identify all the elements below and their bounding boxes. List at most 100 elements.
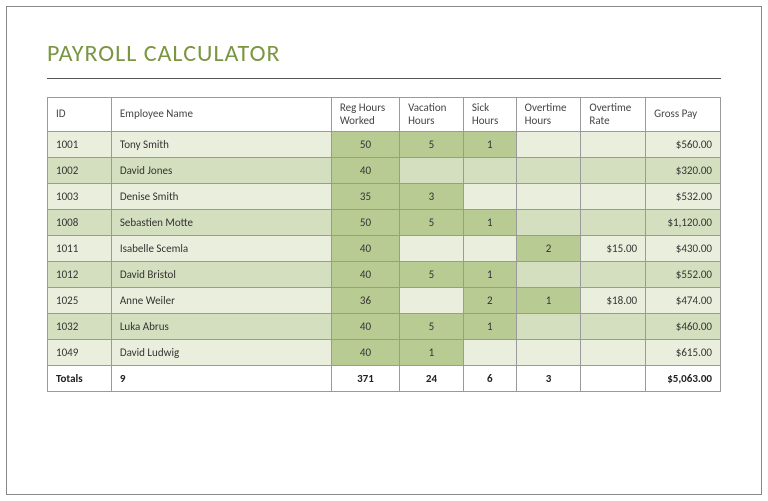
cell-gross: $560.00 <box>646 132 721 158</box>
cell-sick <box>463 236 516 262</box>
cell-name: David Ludwig <box>111 340 331 366</box>
col-sick: Sick Hours <box>463 98 516 132</box>
cell-reg: 36 <box>331 288 399 314</box>
cell-vac: 5 <box>400 262 464 288</box>
cell-sick <box>463 184 516 210</box>
cell-id: 1003 <box>48 184 112 210</box>
cell-name: Sebastien Motte <box>111 210 331 236</box>
cell-reg: 40 <box>331 236 399 262</box>
cell-oth <box>516 184 581 210</box>
table-row: 1001Tony Smith5051 $560.00 <box>48 132 721 158</box>
cell-id: 1008 <box>48 210 112 236</box>
totals-oth: 3 <box>516 366 581 392</box>
cell-gross: $552.00 <box>646 262 721 288</box>
cell-gross: $532.00 <box>646 184 721 210</box>
cell-oth <box>516 314 581 340</box>
cell-id: 1002 <box>48 158 112 184</box>
cell-otr <box>581 184 646 210</box>
col-oth: Overtime Hours <box>516 98 581 132</box>
cell-id: 1032 <box>48 314 112 340</box>
col-reg: Reg Hours Worked <box>331 98 399 132</box>
cell-vac: 1 <box>400 340 464 366</box>
header-row: ID Employee Name Reg Hours Worked Vacati… <box>48 98 721 132</box>
cell-otr <box>581 132 646 158</box>
cell-otr: $18.00 <box>581 288 646 314</box>
cell-gross: $460.00 <box>646 314 721 340</box>
totals-label: Totals <box>48 366 112 392</box>
cell-id: 1001 <box>48 132 112 158</box>
cell-gross: $474.00 <box>646 288 721 314</box>
cell-reg: 40 <box>331 262 399 288</box>
cell-id: 1011 <box>48 236 112 262</box>
cell-reg: 40 <box>331 314 399 340</box>
cell-sick: 1 <box>463 132 516 158</box>
cell-oth <box>516 262 581 288</box>
title-divider <box>47 78 721 79</box>
payroll-table-container: ID Employee Name Reg Hours Worked Vacati… <box>47 97 721 392</box>
cell-reg: 50 <box>331 210 399 236</box>
cell-gross: $430.00 <box>646 236 721 262</box>
cell-id: 1012 <box>48 262 112 288</box>
cell-reg: 40 <box>331 158 399 184</box>
cell-reg: 50 <box>331 132 399 158</box>
cell-sick: 1 <box>463 262 516 288</box>
page-title: PAYROLL CALCULATOR <box>7 7 761 78</box>
totals-sick: 6 <box>463 366 516 392</box>
cell-vac: 3 <box>400 184 464 210</box>
totals-gross: $5,063.00 <box>646 366 721 392</box>
cell-sick: 2 <box>463 288 516 314</box>
totals-reg: 371 <box>331 366 399 392</box>
cell-gross: $615.00 <box>646 340 721 366</box>
cell-gross: $320.00 <box>646 158 721 184</box>
totals-vac: 24 <box>400 366 464 392</box>
cell-otr <box>581 262 646 288</box>
table-row: 1025Anne Weiler36 21$18.00$474.00 <box>48 288 721 314</box>
cell-oth <box>516 132 581 158</box>
cell-sick: 1 <box>463 210 516 236</box>
cell-name: Anne Weiler <box>111 288 331 314</box>
table-row: 1003Denise Smith353 $532.00 <box>48 184 721 210</box>
cell-name: David Bristol <box>111 262 331 288</box>
cell-id: 1025 <box>48 288 112 314</box>
cell-oth <box>516 210 581 236</box>
col-name: Employee Name <box>111 98 331 132</box>
cell-reg: 35 <box>331 184 399 210</box>
col-id: ID <box>48 98 112 132</box>
table-body: 1001Tony Smith5051$560.001002David Jones… <box>48 132 721 366</box>
table-row: 1032Luka Abrus4051 $460.00 <box>48 314 721 340</box>
cell-name: Luka Abrus <box>111 314 331 340</box>
cell-vac: 5 <box>400 210 464 236</box>
cell-name: Denise Smith <box>111 184 331 210</box>
cell-otr: $15.00 <box>581 236 646 262</box>
cell-oth <box>516 340 581 366</box>
cell-vac <box>400 288 464 314</box>
table-row: 1008Sebastien Motte5051$1,120.00 <box>48 210 721 236</box>
cell-reg: 40 <box>331 340 399 366</box>
cell-otr <box>581 314 646 340</box>
cell-sick <box>463 158 516 184</box>
document-frame: PAYROLL CALCULATOR ID Employee Name Reg … <box>6 6 762 495</box>
cell-name: Isabelle Scemla <box>111 236 331 262</box>
cell-otr <box>581 340 646 366</box>
cell-id: 1049 <box>48 340 112 366</box>
cell-sick <box>463 340 516 366</box>
col-gross: Gross Pay <box>646 98 721 132</box>
cell-vac: 5 <box>400 314 464 340</box>
col-vac: Vacation Hours <box>400 98 464 132</box>
cell-oth: 2 <box>516 236 581 262</box>
cell-vac <box>400 236 464 262</box>
col-otr: Overtime Rate <box>581 98 646 132</box>
cell-vac: 5 <box>400 132 464 158</box>
cell-name: Tony Smith <box>111 132 331 158</box>
table-row: 1011Isabelle Scemla40 2$15.00$430.00 <box>48 236 721 262</box>
table-row: 1049David Ludwig401 $615.00 <box>48 340 721 366</box>
totals-count: 9 <box>111 366 331 392</box>
payroll-table: ID Employee Name Reg Hours Worked Vacati… <box>47 97 721 392</box>
cell-sick: 1 <box>463 314 516 340</box>
cell-vac <box>400 158 464 184</box>
cell-oth <box>516 158 581 184</box>
cell-oth: 1 <box>516 288 581 314</box>
table-row: 1002David Jones40 $320.00 <box>48 158 721 184</box>
cell-name: David Jones <box>111 158 331 184</box>
cell-otr <box>581 210 646 236</box>
